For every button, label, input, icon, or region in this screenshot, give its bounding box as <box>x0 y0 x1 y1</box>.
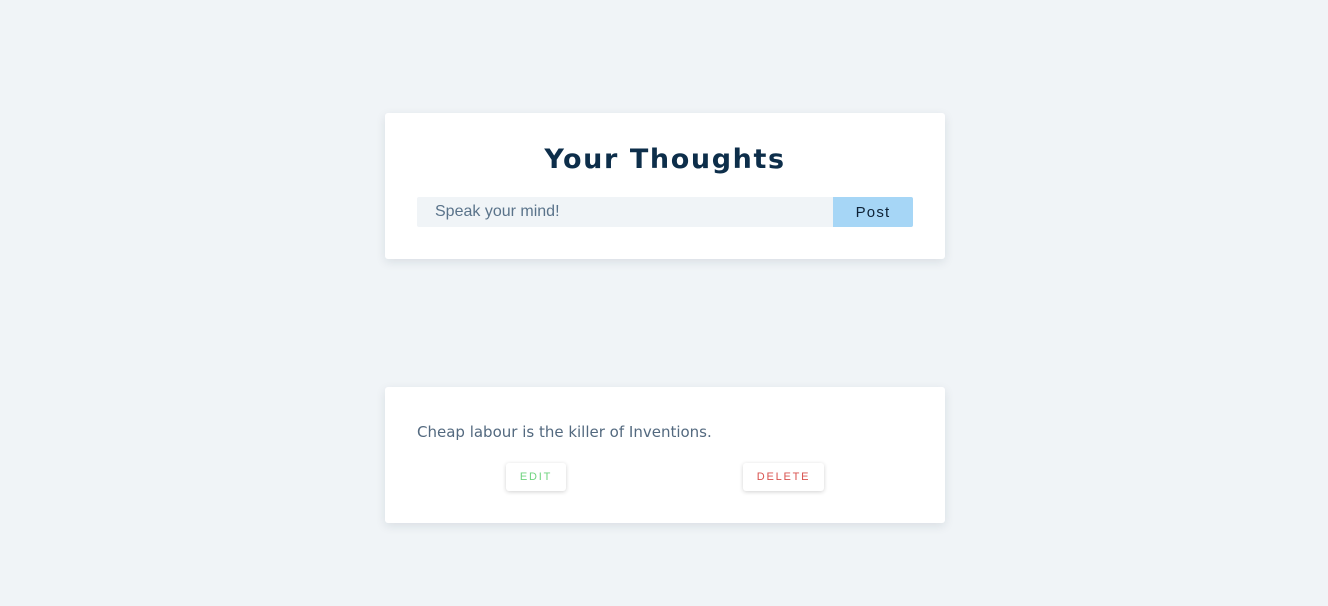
composer-form: Post <box>417 197 913 227</box>
composer-card: Your Thoughts Post <box>385 113 945 259</box>
delete-button[interactable]: DELETE <box>743 463 824 491</box>
composer-title: Your Thoughts <box>544 144 786 175</box>
thought-card: Cheap labour is the killer of Inventions… <box>385 387 945 523</box>
post-button[interactable]: Post <box>833 197 913 227</box>
thought-input[interactable] <box>417 197 833 227</box>
edit-button[interactable]: EDIT <box>506 463 566 491</box>
thought-text: Cheap labour is the killer of Inventions… <box>417 423 712 441</box>
